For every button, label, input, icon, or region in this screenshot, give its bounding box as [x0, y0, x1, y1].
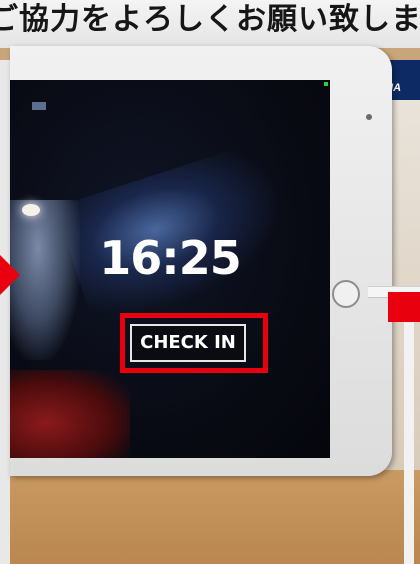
wall-sign: ご協力をよろしくお願い致します — [0, 0, 420, 48]
photo-scene: ご協力をよろしくお願い致します MA 16:25 CHECK IN — [0, 0, 420, 564]
background-red-car — [10, 370, 130, 458]
wall-sign-text: ご協力をよろしくお願い致します — [0, 2, 420, 37]
left-arrow-icon — [0, 255, 20, 295]
wooden-desk — [0, 470, 420, 564]
status-indicator-icon — [324, 82, 328, 86]
right-arrow-icon — [388, 292, 420, 322]
left-edge — [0, 60, 10, 564]
clock-time: 16:25 — [99, 231, 241, 285]
logo-icon — [32, 102, 46, 110]
background-lamp — [22, 204, 40, 216]
tablet-camera — [366, 114, 372, 120]
check-in-button[interactable]: CHECK IN — [130, 324, 246, 362]
charging-cable-vertical — [404, 296, 414, 564]
home-button[interactable] — [332, 280, 360, 308]
